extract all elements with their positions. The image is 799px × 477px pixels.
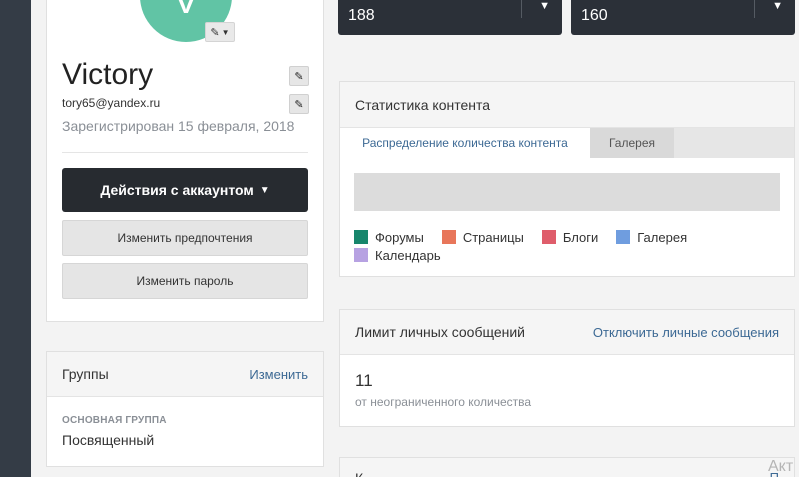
legend-label: Форумы [375,229,424,245]
left-rail [0,0,31,477]
legend-swatch [354,248,368,262]
change-preferences-button[interactable]: Изменить предпочтения [62,220,308,256]
pencil-icon: ✎ [294,98,304,111]
legend-label: Календарь [375,247,441,263]
groups-card: Группы Изменить ОСНОВНАЯ ГРУППА Посвящен… [46,351,324,467]
stat-value: 160 [581,7,608,24]
primary-group-label: ОСНОВНАЯ ГРУППА [62,415,167,426]
activation-watermark: Акт [768,458,794,475]
legend-item-pages[interactable]: Страницы [441,229,524,245]
avatar-edit-button[interactable]: ✎ ▼ [205,22,235,42]
pm-limit-subtitle: от неограниченного количества [355,395,532,409]
legend-label: Блоги [562,229,599,245]
chart-legend: Форумы Страницы Блоги Галерея Календарь [354,228,784,264]
stat-value: 188 [348,7,375,24]
disable-pm-link[interactable]: Отключить личные сообщения [593,325,779,340]
caret-down-icon[interactable]: ▼ [539,0,550,12]
bottom-card-title: К [355,470,363,477]
caret-down-icon[interactable]: ▼ [772,0,783,12]
legend-item-calendar[interactable]: Календарь [354,248,441,263]
account-actions-button[interactable]: Действия с аккаунтом ▼ [62,168,308,212]
tab-content-distribution[interactable]: Распределение количества контента [340,128,590,158]
legend-item-gallery[interactable]: Галерея [616,230,687,245]
pm-limit-title: Лимит личных сообщений [355,324,525,340]
account-actions-label: Действия с аккаунтом [100,182,254,198]
legend-item-forums[interactable]: Форумы [354,230,424,245]
content-stats-tabs: Распределение количества контента Галере… [340,128,794,158]
legend-swatch [616,230,631,244]
tab-gallery[interactable]: Галерея [590,128,674,158]
pencil-icon: ✎ [210,26,220,39]
legend-label: Галерея [637,229,688,245]
divider [62,152,308,153]
legend-swatch [441,230,456,244]
legend-swatch [354,230,368,244]
edit-email-button[interactable]: ✎ [289,94,309,114]
groups-header: Группы Изменить [47,352,323,397]
stat-separator [754,0,755,18]
avatar-letter: V [172,0,200,22]
content-stats-title: Статистика контента [355,96,491,113]
groups-edit-link[interactable]: Изменить [249,367,308,382]
edit-name-button[interactable]: ✎ [289,66,309,86]
bottom-card: К П [339,457,795,477]
legend-swatch [541,230,556,244]
registration-date: Зарегистрирован 15 февраля, 2018 [62,118,295,134]
caret-down-icon: ▼ [259,184,270,196]
profile-card: V ✎ ▼ Victory ✎ tory65@yandex.ru ✎ Зарег… [46,0,324,322]
legend-item-blogs[interactable]: Блоги [541,229,599,245]
change-password-button[interactable]: Изменить пароль [62,263,308,299]
legend-label: Страницы [462,229,524,245]
profile-email: tory65@yandex.ru [62,96,161,110]
content-stats-card: Статистика контента Распределение количе… [339,81,795,277]
stat-tile-1[interactable]: 188 ▼ [338,0,562,35]
profile-name: Victory [62,58,154,91]
stat-tile-2[interactable]: 160 ▼ [571,0,795,35]
bottom-card-header: К П [340,458,794,477]
groups-title: Группы [62,366,109,382]
pencil-icon: ✎ [294,70,304,83]
primary-group-value: Посвященный [62,432,155,448]
caret-down-icon: ▼ [221,27,230,37]
pm-count: 11 [355,371,373,390]
stat-separator [521,0,522,18]
content-stats-header: Статистика контента [340,82,794,128]
pm-limit-card: Лимит личных сообщений Отключить личные … [339,309,795,427]
content-distribution-bar [354,173,780,211]
pm-limit-header: Лимит личных сообщений Отключить личные … [340,310,794,355]
